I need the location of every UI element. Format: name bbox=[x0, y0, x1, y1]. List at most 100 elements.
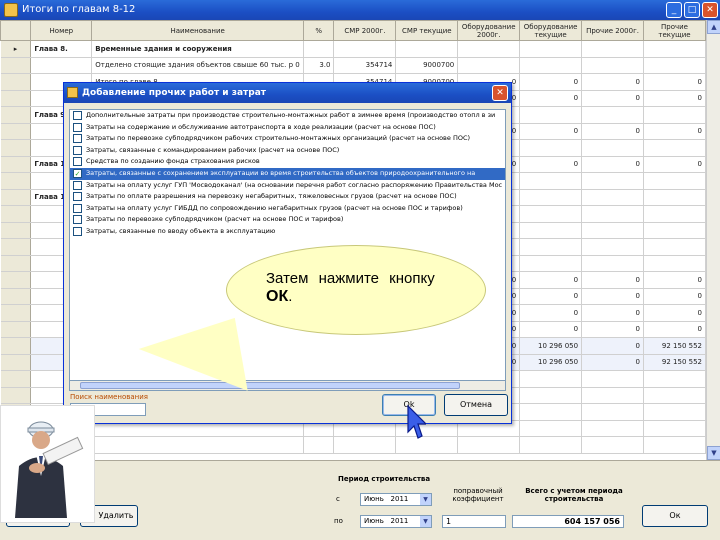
row-selector[interactable] bbox=[0, 354, 32, 371]
table-cell: Глава 8. bbox=[30, 40, 93, 58]
checkbox[interactable] bbox=[73, 157, 82, 167]
checklist-item[interactable]: Дополнительные затраты при производстве … bbox=[70, 110, 505, 122]
checklist-horizontal-scrollbar[interactable] bbox=[69, 381, 506, 391]
table-cell bbox=[519, 57, 583, 74]
checkbox[interactable] bbox=[73, 226, 82, 236]
table-cell bbox=[643, 205, 706, 223]
table-cell bbox=[643, 172, 706, 190]
table-cell bbox=[395, 40, 459, 58]
table-cell: 0 bbox=[519, 288, 583, 305]
table-row[interactable]: Отделено стоящие здания объектов свыше 6… bbox=[0, 57, 706, 74]
table-cell: 0 bbox=[519, 271, 583, 289]
table-cell: 0 bbox=[581, 73, 644, 91]
row-selector[interactable] bbox=[0, 73, 32, 91]
checklist-item[interactable]: Затраты, связанные с командированием раб… bbox=[70, 145, 505, 157]
table-cell bbox=[91, 436, 305, 454]
row-selector[interactable] bbox=[0, 337, 32, 355]
checkbox[interactable] bbox=[73, 122, 82, 132]
column-header[interactable]: Оборудование текущие bbox=[519, 20, 583, 41]
checklist-item[interactable]: Затраты, связанные по вводу объекта в эк… bbox=[70, 226, 505, 238]
scrollbar-thumb[interactable] bbox=[80, 382, 460, 389]
checkbox[interactable] bbox=[73, 145, 82, 155]
row-selector[interactable] bbox=[0, 222, 32, 239]
dialog-cancel-button[interactable]: Отмена bbox=[444, 394, 508, 416]
column-header[interactable]: Оборудование 2000г. bbox=[457, 20, 521, 41]
table-row[interactable] bbox=[0, 436, 706, 454]
main-ok-button[interactable]: Ок bbox=[642, 505, 708, 527]
checkbox[interactable] bbox=[73, 215, 82, 225]
checkbox[interactable] bbox=[73, 203, 82, 213]
chevron-down-icon[interactable]: ▼ bbox=[420, 494, 431, 505]
checklist-item[interactable]: Средства по созданию фонда страхования р… bbox=[70, 156, 505, 168]
row-selector[interactable] bbox=[0, 139, 32, 157]
minimize-icon[interactable]: _ bbox=[666, 2, 682, 18]
checklist-item[interactable]: Затраты на оплату услуг ГУП 'Мосводокана… bbox=[70, 180, 505, 192]
checkbox[interactable] bbox=[73, 180, 82, 190]
row-selector[interactable] bbox=[0, 156, 32, 173]
table-row[interactable]: ▸ Глава 8. Временные здания и сооружения bbox=[0, 40, 706, 58]
column-header[interactable]: Прочие текущие bbox=[642, 20, 706, 41]
row-selector[interactable] bbox=[0, 304, 32, 322]
column-header[interactable]: Наименование bbox=[91, 20, 305, 41]
row-selector[interactable] bbox=[0, 123, 32, 140]
row-selector[interactable] bbox=[0, 370, 32, 388]
checklist-item[interactable]: Затраты по перевозке субподрядчиком (рас… bbox=[70, 214, 505, 226]
checklist-item[interactable]: Затраты по оплате разрешения на перевозк… bbox=[70, 191, 505, 203]
row-selector[interactable] bbox=[0, 57, 32, 74]
table-cell bbox=[581, 222, 644, 239]
column-header[interactable]: СМР 2000г. bbox=[333, 20, 397, 41]
chevron-down-icon[interactable]: ▼ bbox=[420, 516, 431, 527]
grid-vertical-scrollbar[interactable]: ▲ ▼ bbox=[706, 20, 720, 460]
table-cell bbox=[581, 57, 644, 74]
row-selector[interactable] bbox=[0, 106, 32, 124]
close-icon[interactable]: ✕ bbox=[492, 85, 508, 101]
scroll-down-icon[interactable]: ▼ bbox=[707, 446, 720, 460]
table-cell: 3.0 bbox=[303, 57, 335, 74]
row-selector[interactable] bbox=[0, 255, 32, 272]
from-month-select[interactable]: Июнь 2011 ▼ bbox=[360, 493, 432, 506]
checkbox[interactable] bbox=[73, 192, 82, 202]
engineer-figure bbox=[15, 421, 84, 518]
table-cell: 354714 bbox=[333, 57, 397, 74]
row-selector[interactable] bbox=[0, 238, 32, 256]
checkbox[interactable] bbox=[73, 111, 82, 120]
works-checklist[interactable]: Дополнительные затраты при производстве … bbox=[69, 109, 506, 381]
column-header[interactable]: % bbox=[303, 20, 335, 41]
row-selector[interactable]: ▸ bbox=[0, 40, 32, 58]
table-cell bbox=[643, 255, 706, 272]
table-cell bbox=[643, 420, 706, 437]
scroll-up-icon[interactable]: ▲ bbox=[707, 20, 720, 34]
checklist-item[interactable]: Затраты по перевозке субподрядчиком рабо… bbox=[70, 133, 505, 145]
checklist-item[interactable]: Затраты на оплату услуг ГИБДД по сопрово… bbox=[70, 203, 505, 215]
table-cell bbox=[519, 436, 583, 454]
maximize-icon[interactable]: □ bbox=[684, 2, 700, 18]
table-cell bbox=[519, 172, 583, 190]
column-header[interactable]: Номер bbox=[30, 20, 93, 41]
close-icon[interactable]: ✕ bbox=[702, 2, 718, 18]
checklist-item[interactable]: ✓ Затраты, связанные с сохранением эксплу… bbox=[70, 167, 505, 180]
app-icon bbox=[4, 3, 18, 17]
row-selector[interactable] bbox=[0, 205, 32, 223]
checkbox[interactable] bbox=[73, 134, 82, 144]
checklist-item[interactable]: Затраты на содержание и обслуживание авт… bbox=[70, 122, 505, 134]
coef-label: поправочный коэффициент bbox=[452, 487, 504, 503]
to-month-select[interactable]: Июнь 2011 ▼ bbox=[360, 515, 432, 528]
row-selector[interactable] bbox=[0, 271, 32, 289]
table-cell bbox=[581, 370, 644, 388]
coef-input[interactable]: 1 bbox=[442, 515, 506, 528]
column-header[interactable] bbox=[0, 20, 32, 41]
row-selector[interactable] bbox=[0, 387, 32, 404]
column-header[interactable]: СМР текущие bbox=[395, 20, 459, 41]
row-selector[interactable] bbox=[0, 288, 32, 305]
table-cell: 0 bbox=[643, 73, 706, 91]
checkbox[interactable]: ✓ bbox=[73, 168, 82, 178]
row-selector[interactable] bbox=[0, 172, 32, 190]
table-cell bbox=[581, 255, 644, 272]
column-header[interactable]: Прочие 2000г. bbox=[581, 20, 644, 41]
table-cell: 0 bbox=[643, 304, 706, 322]
row-selector[interactable] bbox=[0, 90, 32, 107]
row-selector[interactable] bbox=[0, 321, 32, 338]
row-selector[interactable] bbox=[0, 189, 32, 206]
table-cell bbox=[333, 40, 397, 58]
table-cell bbox=[581, 205, 644, 223]
